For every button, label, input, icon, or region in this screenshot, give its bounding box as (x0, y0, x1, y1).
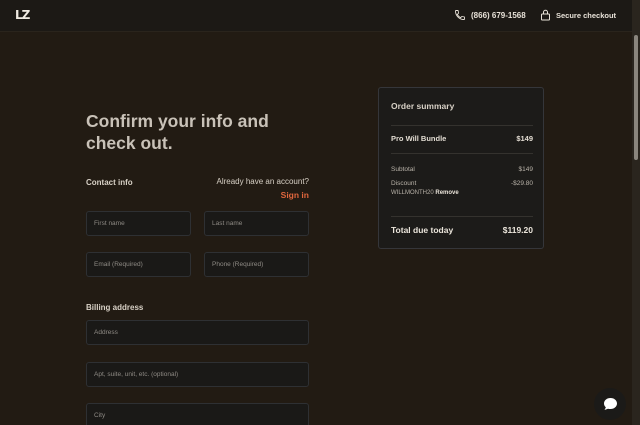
scrollbar[interactable] (632, 0, 640, 425)
page-title: Confirm your info and check out. (86, 111, 269, 153)
item-price: $149 (516, 134, 533, 143)
phone-icon (454, 9, 466, 21)
total-row: Total due today $119.20 (391, 225, 533, 235)
discount-code: WILLMONTH20 (391, 190, 434, 196)
already-account-text: Already have an account? (216, 177, 309, 186)
secure-checkout-label: Secure checkout (556, 10, 617, 20)
subtotal-value: $149 (518, 166, 533, 173)
discount-value: -$29.80 (510, 180, 533, 187)
chat-bubble-icon (603, 397, 618, 411)
subtotal-label: Subtotal (391, 166, 415, 173)
discount-row: Discount -$29.80 (391, 180, 533, 187)
phone-field[interactable]: Phone (Required) (204, 252, 309, 277)
billing-address-label: Billing address (86, 303, 144, 312)
last-name-field[interactable]: Last name (204, 211, 309, 236)
discount-code-row: WILLMONTH20 Remove (391, 190, 459, 196)
item-name: Pro Will Bundle (391, 134, 447, 143)
divider (391, 153, 533, 154)
contact-info-label: Contact info (86, 178, 133, 187)
divider (391, 125, 533, 126)
city-field[interactable]: City (86, 403, 309, 425)
top-bar: LZ (866) 679-1568 Secure checkout (0, 0, 640, 32)
chat-button[interactable] (594, 388, 626, 420)
phone-link[interactable]: (866) 679-1568 (454, 9, 526, 21)
order-summary-title: Order summary (391, 101, 455, 111)
first-name-field[interactable]: First name (86, 211, 191, 236)
phone-number: (866) 679-1568 (471, 10, 526, 20)
logo[interactable]: LZ (15, 8, 30, 22)
sign-in-link[interactable]: Sign in (281, 190, 309, 200)
discount-label: Discount (391, 180, 417, 187)
total-value: $119.20 (502, 225, 533, 235)
scrollbar-thumb[interactable] (634, 35, 638, 160)
email-field[interactable]: Email (Required) (86, 252, 191, 277)
remove-discount-link[interactable]: Remove (435, 190, 458, 196)
secure-checkout: Secure checkout (540, 9, 616, 21)
apt-field[interactable]: Apt, suite, unit, etc. (optional) (86, 362, 309, 387)
order-summary: Order summary Pro Will Bundle $149 Subto… (378, 87, 544, 249)
subtotal-row: Subtotal $149 (391, 166, 533, 173)
lock-icon (540, 9, 551, 21)
line-item: Pro Will Bundle $149 (391, 134, 533, 143)
address-field[interactable]: Address (86, 320, 309, 345)
divider (391, 216, 533, 217)
total-label: Total due today (391, 225, 454, 235)
